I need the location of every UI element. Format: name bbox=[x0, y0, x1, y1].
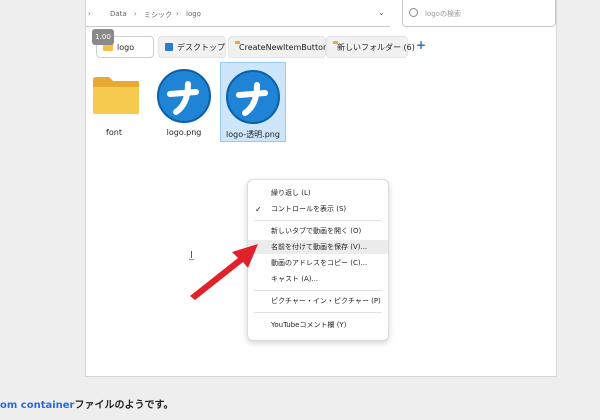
menu-item-label: コントロールを表示 (S) bbox=[271, 205, 347, 213]
menu-separator bbox=[254, 290, 382, 291]
menu-item-label: ピクチャー・イン・ピクチャー (P) bbox=[271, 297, 381, 305]
menu-item-label: 動画のアドレスをコピー (C)... bbox=[271, 259, 368, 267]
menu-item-open-video-new-tab[interactable]: 新しいタブで動画を開く (O) bbox=[248, 224, 388, 238]
tab-new-folder-6[interactable]: 新しいフォルダー (6) bbox=[326, 36, 415, 58]
tab-label: デスクトップ bbox=[177, 42, 225, 52]
file-name: logo-透明.png bbox=[226, 130, 280, 139]
chevron-down-icon[interactable]: ⌄ bbox=[378, 8, 385, 17]
article-caption: om containerファイルのようです。 bbox=[0, 396, 173, 411]
zoom-badge: 1.00 bbox=[92, 29, 114, 45]
breadcrumb-item[interactable]: ミシック bbox=[144, 10, 172, 20]
tab-strip: logo デスクトップ CreateNewItemButtons 新しいフォルダ… bbox=[86, 36, 556, 58]
breadcrumb-item[interactable]: logo bbox=[186, 10, 201, 18]
tab-desktop[interactable]: デスクトップ bbox=[158, 36, 226, 58]
breadcrumb-item[interactable]: Data bbox=[110, 10, 127, 18]
menu-item-save-video-as[interactable]: 名前を付けて動画を保存 (V)... bbox=[248, 240, 388, 254]
menu-item-loop[interactable]: 繰り返し (L) bbox=[248, 186, 388, 200]
breadcrumb-separator: › bbox=[88, 10, 91, 18]
desktop-icon bbox=[165, 43, 173, 51]
logo-thumbnail-icon bbox=[156, 68, 212, 124]
file-name: font bbox=[106, 128, 122, 137]
search-icon bbox=[409, 8, 418, 17]
search-placeholder: logoの検索 bbox=[425, 10, 461, 18]
context-menu: 繰り返し (L) ✓ コントロールを表示 (S) 新しいタブで動画を開く (O)… bbox=[247, 179, 389, 341]
checkmark-icon: ✓ bbox=[255, 204, 262, 214]
file-item-font[interactable]: font bbox=[82, 62, 146, 140]
file-item-logo-transparent-png[interactable]: logo-透明.png bbox=[220, 62, 286, 142]
tab-label: 新しいフォルダー (6) bbox=[337, 42, 415, 52]
logo-thumbnail-icon bbox=[226, 70, 280, 124]
address-bar[interactable]: › Data › ミシック › logo ⌄ bbox=[86, 0, 390, 27]
menu-separator bbox=[254, 220, 382, 221]
caption-link[interactable]: om container bbox=[0, 400, 74, 411]
annotation-arrow-icon bbox=[190, 244, 258, 300]
file-name: logo.png bbox=[166, 128, 202, 137]
menu-item-label: YouTubeコメント欄 (Y) bbox=[271, 321, 347, 329]
menu-item-picture-in-picture[interactable]: ピクチャー・イン・ピクチャー (P) bbox=[248, 294, 388, 308]
tab-label: CreateNewItemButtons bbox=[239, 42, 333, 52]
file-item-logo-png[interactable]: logo.png bbox=[152, 62, 216, 140]
menu-item-label: 新しいタブで動画を開く (O) bbox=[271, 227, 362, 235]
search-input[interactable]: logoの検索 bbox=[402, 0, 556, 27]
tab-createnewitembuttons[interactable]: CreateNewItemButtons bbox=[228, 36, 332, 58]
tab-label: logo bbox=[117, 42, 135, 52]
menu-separator bbox=[254, 312, 382, 313]
menu-item-label: 名前を付けて動画を保存 (V)... bbox=[271, 243, 368, 251]
screenshot-frame: › Data › ミシック › logo ⌄ logoの検索 logo デスクト… bbox=[0, 0, 600, 420]
breadcrumb-separator: › bbox=[176, 10, 179, 18]
menu-item-copy-video-address[interactable]: 動画のアドレスをコピー (C)... bbox=[248, 256, 388, 270]
add-tab-button[interactable]: + bbox=[416, 38, 426, 52]
menu-item-youtube-comments[interactable]: YouTubeコメント欄 (Y) bbox=[248, 318, 388, 332]
menu-item-label: 繰り返し (L) bbox=[271, 189, 311, 197]
menu-item-cast[interactable]: キャスト (A)... bbox=[248, 272, 388, 286]
breadcrumb-separator: › bbox=[134, 10, 137, 18]
menu-item-label: キャスト (A)... bbox=[271, 275, 319, 283]
caption-text: ファイルのようです。 bbox=[74, 400, 174, 411]
menu-item-show-controls[interactable]: ✓ コントロールを表示 (S) bbox=[248, 202, 388, 216]
folder-icon bbox=[93, 77, 139, 114]
